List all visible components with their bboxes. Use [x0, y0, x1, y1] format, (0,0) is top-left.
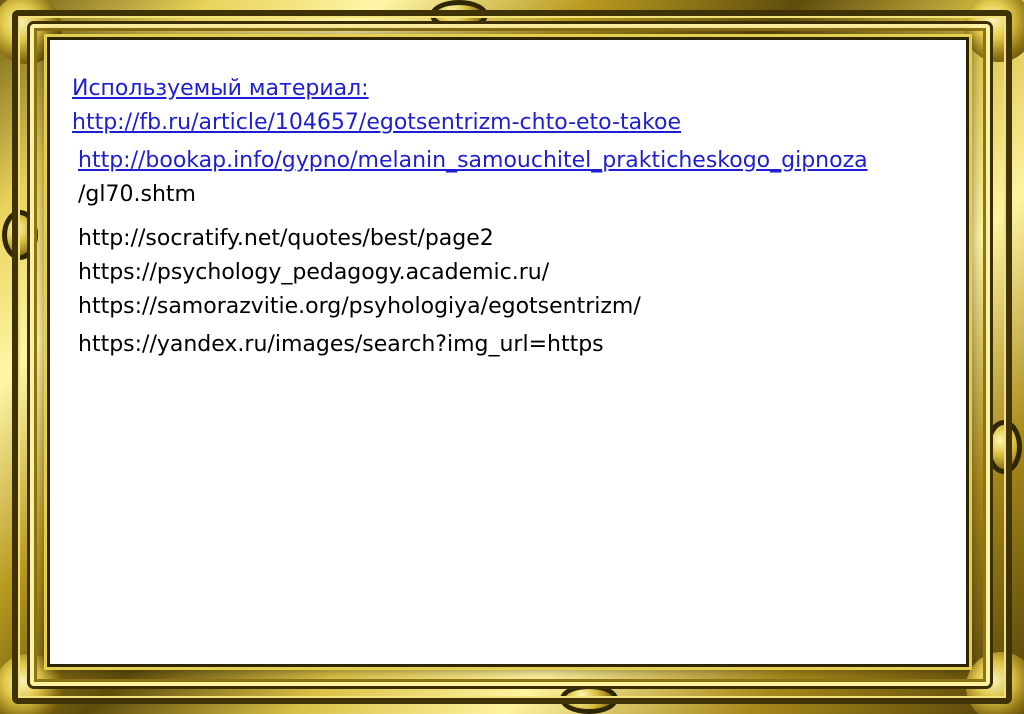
source-link-bookap[interactable]: http://bookap.info/gypno/melanin_samouch… — [78, 148, 868, 173]
source-academic: https://psychology_pedagogy.academic.ru/ — [78, 260, 550, 285]
slide: Используемый материал: http://fb.ru/arti… — [0, 0, 1024, 714]
source-link-fb[interactable]: http://fb.ru/article/104657/egotsentrizm… — [72, 110, 681, 135]
heading-paragraph: Используемый материал: http://fb.ru/arti… — [72, 72, 952, 140]
source-yandex: https://yandex.ru/images/search?img_url=… — [78, 332, 604, 357]
plain-sources-paragraph: http://socratify.net/quotes/best/page2 h… — [72, 222, 952, 324]
bookap-paragraph: http://bookap.info/gypno/melanin_samouch… — [72, 144, 952, 212]
source-link-bookap-tail: /gl70.shtm — [78, 182, 196, 207]
sources-text-block: Используемый материал: http://fb.ru/arti… — [72, 72, 952, 362]
source-samorazvitie: https://samorazvitie.org/psyhologiya/ego… — [78, 294, 641, 319]
sources-heading[interactable]: Используемый материал: — [72, 76, 369, 101]
source-socratify: http://socratify.net/quotes/best/page2 — [78, 226, 494, 251]
yandex-paragraph: https://yandex.ru/images/search?img_url=… — [72, 328, 952, 362]
